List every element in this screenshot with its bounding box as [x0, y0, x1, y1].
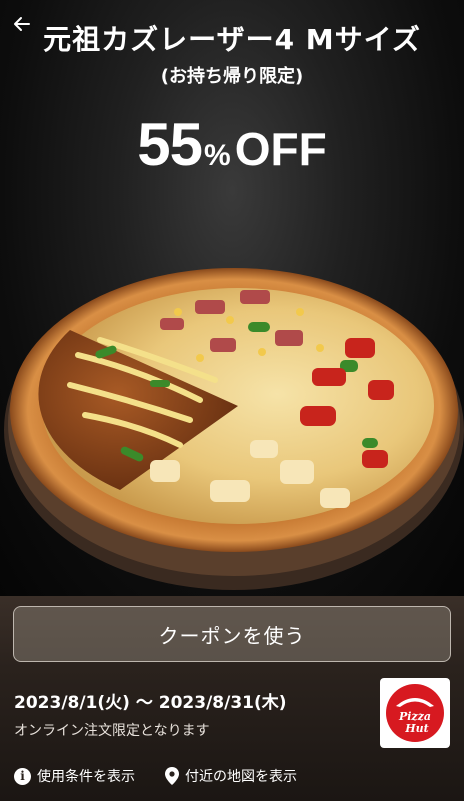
product-title: 元祖カズレーザー4 Mサイズ	[43, 23, 421, 56]
discount-label: 55%OFF	[0, 110, 464, 179]
footer-links: i 使用条件を表示 付近の地図を表示	[14, 766, 297, 786]
show-map-label: 付近の地図を表示	[185, 769, 297, 785]
logo-text-2: Hut	[404, 722, 428, 735]
map-pin-icon	[165, 767, 179, 785]
discount-number: 55	[137, 111, 203, 178]
use-coupon-button[interactable]: クーポンを使う	[13, 606, 451, 662]
show-terms-label: 使用条件を表示	[37, 769, 135, 785]
info-icon: i	[14, 767, 31, 785]
coupon-period: 2023/8/1(火) 〜 2023/8/31(木)	[14, 693, 287, 713]
product-subtitle: (お持ち帰り限定)	[160, 66, 304, 87]
coupon-panel: クーポンを使う 2023/8/1(火) 〜 2023/8/31(木) オンライン…	[0, 596, 464, 801]
pizza-image	[0, 260, 464, 596]
pizza-hut-logo: Pizza Hut	[380, 678, 450, 748]
show-terms-link[interactable]: i 使用条件を表示	[14, 766, 135, 786]
discount-off: OFF	[234, 123, 327, 175]
hero-banner: 元祖カズレーザー4 Mサイズ (お持ち帰り限定) 55%OFF	[0, 0, 464, 596]
coupon-note: オンライン注文限定となります	[14, 723, 210, 739]
show-map-link[interactable]: 付近の地図を表示	[165, 766, 297, 786]
discount-percent: %	[204, 139, 231, 172]
